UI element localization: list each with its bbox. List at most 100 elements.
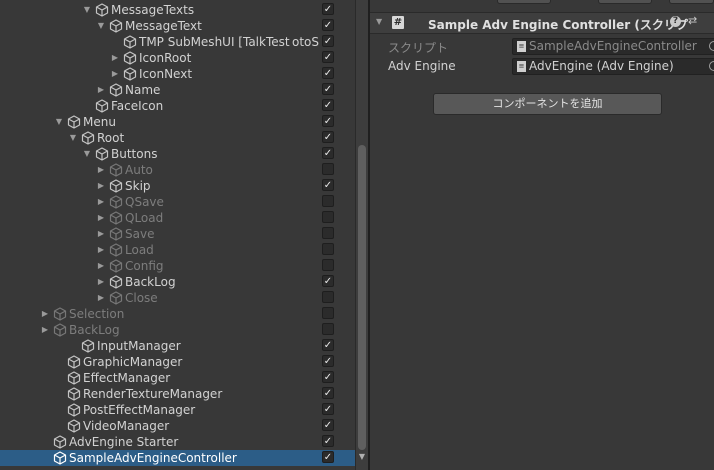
gameobject-icon: [123, 67, 137, 81]
collapsed-arrow-icon[interactable]: ▶: [40, 322, 50, 338]
foldout-arrow-icon[interactable]: ▼: [376, 17, 382, 26]
active-checkbox-checked[interactable]: ✓: [322, 451, 334, 463]
hierarchy-item[interactable]: GraphicManager ✓: [0, 354, 355, 370]
expanded-arrow-icon[interactable]: ▼: [54, 114, 64, 130]
hierarchy-item[interactable]: FaceIcon ✓: [0, 98, 355, 114]
active-checkbox-checked[interactable]: ✓: [322, 51, 334, 63]
hierarchy-item[interactable]: ▶ Load: [0, 242, 355, 258]
expanded-arrow-icon[interactable]: ▼: [68, 130, 78, 146]
active-checkbox-unchecked[interactable]: [322, 291, 334, 303]
active-checkbox-checked[interactable]: ✓: [322, 275, 334, 287]
hierarchy-item[interactable]: AdvEngine Starter ✓: [0, 434, 355, 450]
active-checkbox-checked[interactable]: ✓: [322, 67, 334, 79]
hierarchy-scrollbar[interactable]: ▼: [355, 0, 368, 470]
toolbar-button[interactable]: [598, 0, 652, 4]
script-label: スクリプト: [388, 41, 449, 55]
active-checkbox-checked[interactable]: ✓: [322, 35, 334, 47]
hierarchy-item[interactable]: ▶ QSave: [0, 194, 355, 210]
hierarchy-item[interactable]: ▶ Save: [0, 226, 355, 242]
hierarchy-item[interactable]: ▶ BackLog: [0, 322, 355, 338]
active-checkbox-unchecked[interactable]: [322, 259, 334, 271]
hierarchy-item[interactable]: ▼ MessageText ✓: [0, 18, 355, 34]
collapsed-arrow-icon[interactable]: ▶: [96, 194, 106, 210]
collapsed-arrow-icon[interactable]: ▶: [96, 82, 106, 98]
hierarchy-item[interactable]: ▼ Buttons ✓: [0, 146, 355, 162]
presets-icon[interactable]: ⇄: [688, 14, 697, 27]
expanded-arrow-icon[interactable]: ▼: [82, 146, 92, 162]
gameobject-icon: [95, 3, 109, 17]
hierarchy-item[interactable]: ▶ QLoad: [0, 210, 355, 226]
hierarchy-item[interactable]: ▶ Close: [0, 290, 355, 306]
hierarchy-item[interactable]: ▼ Menu ✓: [0, 114, 355, 130]
toolbar-button[interactable]: [497, 0, 551, 4]
active-checkbox-checked[interactable]: ✓: [322, 435, 334, 447]
expanded-arrow-icon[interactable]: ▼: [96, 18, 106, 34]
collapsed-arrow-icon[interactable]: ▶: [96, 242, 106, 258]
script-file-icon: ≡: [517, 61, 526, 72]
hierarchy-item[interactable]: ▶ Config: [0, 258, 355, 274]
active-checkbox-unchecked[interactable]: [322, 323, 334, 335]
collapsed-arrow-icon[interactable]: ▶: [96, 258, 106, 274]
active-checkbox-checked[interactable]: ✓: [322, 147, 334, 159]
hierarchy-item[interactable]: RenderTextureManager ✓: [0, 386, 355, 402]
hierarchy-item[interactable]: ▶ Selection: [0, 306, 355, 322]
adv-engine-field[interactable]: ≡ AdvEngine (Adv Engine): [512, 58, 714, 75]
hierarchy-item-label: IconRoot: [139, 51, 192, 65]
active-checkbox-checked[interactable]: ✓: [322, 179, 334, 191]
active-checkbox-checked[interactable]: ✓: [322, 355, 334, 367]
active-checkbox-checked[interactable]: ✓: [322, 339, 334, 351]
toolbar-button[interactable]: [669, 0, 714, 4]
active-checkbox-checked[interactable]: ✓: [322, 19, 334, 31]
hierarchy-item-label: SampleAdvEngineController: [69, 451, 237, 465]
hierarchy-item[interactable]: TMP SubMeshUI [TalkTest otoS ✓: [0, 34, 355, 50]
active-checkbox-checked[interactable]: ✓: [322, 371, 334, 383]
help-icon[interactable]: ?: [670, 16, 681, 27]
hierarchy-item[interactable]: ▶ BackLog ✓: [0, 274, 355, 290]
collapsed-arrow-icon[interactable]: ▶: [96, 274, 106, 290]
collapsed-arrow-icon[interactable]: ▶: [110, 50, 120, 66]
object-picker-icon[interactable]: [709, 61, 714, 71]
hierarchy-item[interactable]: PostEffectManager ✓: [0, 402, 355, 418]
collapsed-arrow-icon[interactable]: ▶: [96, 178, 106, 194]
hierarchy-item[interactable]: SampleAdvEngineController ✓: [0, 450, 355, 466]
gameobject-icon: [53, 323, 67, 337]
active-checkbox-unchecked[interactable]: [322, 195, 334, 207]
collapsed-arrow-icon[interactable]: ▶: [96, 210, 106, 226]
hierarchy-item[interactable]: ▶ Name ✓: [0, 82, 355, 98]
active-checkbox-unchecked[interactable]: [322, 243, 334, 255]
gameobject-icon: [109, 243, 123, 257]
collapsed-arrow-icon[interactable]: ▶: [96, 290, 106, 306]
hierarchy-item[interactable]: ▼ MessageTexts ✓: [0, 2, 355, 18]
active-checkbox-checked[interactable]: ✓: [322, 387, 334, 399]
active-checkbox-checked[interactable]: ✓: [322, 403, 334, 415]
scroll-down-arrow-icon[interactable]: ▼: [357, 452, 367, 461]
hierarchy-item[interactable]: EffectManager ✓: [0, 370, 355, 386]
active-checkbox-unchecked[interactable]: [322, 227, 334, 239]
hierarchy-item[interactable]: ▶ IconRoot ✓: [0, 50, 355, 66]
hierarchy-item[interactable]: ▼ Root ✓: [0, 130, 355, 146]
active-checkbox-checked[interactable]: ✓: [322, 419, 334, 431]
active-checkbox-checked[interactable]: ✓: [322, 83, 334, 95]
add-component-button[interactable]: コンポーネントを追加: [433, 93, 662, 115]
collapsed-arrow-icon[interactable]: ▶: [40, 306, 50, 322]
scrollbar-thumb[interactable]: [358, 145, 366, 450]
hierarchy-item[interactable]: InputManager ✓: [0, 338, 355, 354]
active-checkbox-checked[interactable]: ✓: [322, 115, 334, 127]
hierarchy-item[interactable]: ▶ Skip ✓: [0, 178, 355, 194]
active-checkbox-unchecked[interactable]: [322, 307, 334, 319]
active-checkbox-checked[interactable]: ✓: [322, 3, 334, 15]
expanded-arrow-icon[interactable]: ▼: [82, 2, 92, 18]
active-checkbox-unchecked[interactable]: [322, 211, 334, 223]
active-checkbox-unchecked[interactable]: [322, 163, 334, 175]
collapsed-arrow-icon[interactable]: ▶: [96, 226, 106, 242]
collapsed-arrow-icon[interactable]: ▶: [96, 162, 106, 178]
active-checkbox-checked[interactable]: ✓: [322, 99, 334, 111]
object-picker-icon[interactable]: [709, 41, 714, 51]
hierarchy-item[interactable]: ▶ IconNext ✓: [0, 66, 355, 82]
hierarchy-item[interactable]: VideoManager ✓: [0, 418, 355, 434]
hierarchy-item[interactable]: ▶ Auto: [0, 162, 355, 178]
collapsed-arrow-icon[interactable]: ▶: [110, 66, 120, 82]
active-checkbox-checked[interactable]: ✓: [322, 131, 334, 143]
gameobject-icon: [53, 451, 67, 465]
component-header[interactable]: ▼ # Sample Adv Engine Controller (スクリプ ?…: [370, 12, 714, 34]
